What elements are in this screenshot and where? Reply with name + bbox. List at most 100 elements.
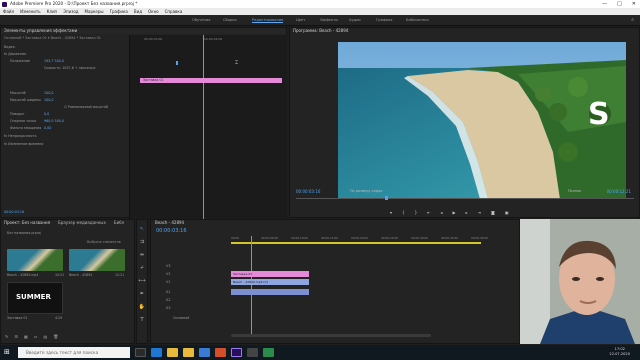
timeline-clip-video[interactable]: Beach - 42894.mp4 [V] bbox=[231, 279, 309, 285]
sequence-tab[interactable]: Beach - 42894 bbox=[151, 220, 519, 226]
effect-controls-title[interactable]: Элементы управления эффектами bbox=[1, 28, 286, 34]
app-icon[interactable] bbox=[215, 348, 226, 357]
track-a1[interactable]: A1 bbox=[166, 290, 170, 294]
ec-row-scale-width[interactable]: Масштаб ширины 100,0 bbox=[4, 98, 53, 102]
minimize-button[interactable]: — bbox=[602, 0, 607, 8]
export-frame-icon[interactable]: ▣ bbox=[505, 210, 509, 215]
program-playhead[interactable] bbox=[385, 196, 388, 200]
marker-icon[interactable]: ▾ bbox=[390, 210, 392, 215]
tab-libraries[interactable]: Библ bbox=[114, 220, 124, 226]
ec-timeline[interactable]: 00:00:03:00 00:00:04:00 ⌶ bbox=[130, 35, 287, 219]
ec-clip-bar[interactable]: Заставка 01 bbox=[140, 78, 282, 83]
thumbnail-beach-mp4[interactable] bbox=[7, 249, 63, 271]
selection-tool-icon[interactable]: ↖ bbox=[140, 226, 144, 232]
work-area-bar[interactable] bbox=[231, 242, 481, 244]
search-icon[interactable]: ⌕ bbox=[631, 17, 634, 23]
workspace-effects[interactable]: Эффекты bbox=[320, 18, 338, 22]
program-title[interactable]: Программа: Beach - 42894 bbox=[290, 28, 639, 34]
menu-help[interactable]: Справка bbox=[165, 8, 183, 15]
camera-icon[interactable]: ◙ bbox=[491, 210, 495, 215]
step-forward-icon[interactable]: ▸ bbox=[466, 210, 468, 215]
trash-icon[interactable]: 🗑 bbox=[53, 334, 58, 339]
icon-view-icon[interactable]: ▦ bbox=[24, 334, 28, 339]
keyframe-icon[interactable] bbox=[176, 61, 178, 65]
keyframe-icon[interactable]: ⌶ bbox=[235, 60, 238, 66]
timeline-clip-audio[interactable] bbox=[231, 289, 309, 295]
hand-icon[interactable]: ✋ bbox=[139, 304, 145, 310]
track-select-icon[interactable]: ⇉ bbox=[140, 239, 144, 245]
list-view-icon[interactable]: ☰ bbox=[14, 334, 18, 339]
timeline-ruler[interactable]: 00:00 00:00:05:00 00:00:10:00 00:00:15:0… bbox=[231, 236, 519, 241]
slip-icon[interactable]: ⟷ bbox=[138, 278, 145, 284]
edge-icon[interactable] bbox=[151, 348, 162, 357]
razor-icon[interactable]: ⌿ bbox=[140, 265, 143, 271]
mark-in-icon[interactable]: { bbox=[402, 210, 405, 215]
pencil-icon[interactable]: ✎ bbox=[5, 334, 8, 339]
tab-media-browser[interactable]: Браузер медиаданных bbox=[58, 220, 106, 226]
ec-row-time-remap[interactable]: fx Изменение времени bbox=[4, 142, 43, 146]
ec-row-opacity[interactable]: fx Непрозрачность bbox=[4, 134, 37, 138]
menu-graphics[interactable]: Графика bbox=[110, 8, 128, 15]
play-icon[interactable]: ▶ bbox=[452, 210, 455, 215]
workspace-editing[interactable]: Редактирование bbox=[252, 18, 284, 23]
windows-start-icon[interactable]: ⊞ bbox=[4, 348, 10, 356]
taskbar-clock[interactable]: 17:02 22.07.2020 bbox=[609, 347, 630, 357]
folder-icon[interactable] bbox=[183, 348, 194, 357]
goto-in-icon[interactable]: ⇤ bbox=[427, 210, 430, 215]
menu-markers[interactable]: Маркеры bbox=[85, 8, 104, 15]
ec-timecode[interactable]: 00:00:03:16 bbox=[4, 210, 24, 214]
mark-out-icon[interactable]: } bbox=[415, 210, 418, 215]
new-bin-icon[interactable]: ▭ bbox=[34, 334, 38, 339]
menu-edit[interactable]: Изменить bbox=[20, 8, 41, 15]
thumbnail-beach-sequence[interactable] bbox=[69, 249, 125, 271]
ec-row-rotation[interactable]: Поворот 0,0 bbox=[4, 112, 49, 116]
timeline-scrollbar[interactable] bbox=[231, 334, 431, 337]
workspace-assembly[interactable]: Сборка bbox=[223, 18, 237, 22]
file-explorer-icon[interactable] bbox=[167, 348, 178, 357]
track-a2[interactable]: A2 bbox=[166, 298, 170, 302]
ec-row-flicker[interactable]: Фильтр мерцания 0,00 bbox=[4, 126, 51, 130]
workspace-learning[interactable]: Обучение bbox=[192, 18, 210, 22]
pen-icon[interactable]: ✒ bbox=[140, 291, 144, 297]
menu-view[interactable]: Вид bbox=[134, 8, 142, 15]
tab-project[interactable]: Проект: Без названия bbox=[4, 220, 50, 226]
timeline-clip-title[interactable]: Заставка 01 bbox=[231, 271, 309, 277]
track-v2[interactable]: V2 bbox=[166, 272, 170, 276]
program-scrubber[interactable] bbox=[296, 198, 634, 199]
track-v1[interactable]: V1 bbox=[166, 280, 170, 284]
ec-row-position[interactable]: Положение 195,7 540,0 bbox=[4, 59, 64, 63]
app-icon[interactable] bbox=[263, 348, 274, 357]
premiere-pro-taskbar-icon[interactable] bbox=[231, 348, 242, 357]
close-button[interactable]: ✕ bbox=[632, 0, 636, 8]
ec-row-scale[interactable]: Масштаб 100,0 bbox=[4, 91, 53, 95]
uniform-scale-checkbox[interactable]: ☑ Равномерный масштаб bbox=[4, 105, 108, 109]
ripple-edit-icon[interactable]: ⇹ bbox=[140, 252, 144, 258]
new-item-icon[interactable]: ▤ bbox=[44, 334, 48, 339]
workspace-graphics[interactable]: Графика bbox=[376, 18, 392, 22]
effect-controls-source[interactable]: Основной * Заставка 01 ▾ Beach - 42894 *… bbox=[1, 36, 129, 41]
ec-row-anchor[interactable]: Опорная точка 960,0 540,0 bbox=[4, 119, 64, 123]
type-icon[interactable]: T bbox=[140, 317, 143, 323]
program-timecode[interactable]: 00:00:03:16 bbox=[296, 189, 320, 194]
quality-dropdown[interactable]: Полное bbox=[568, 189, 581, 193]
track-v3[interactable]: V3 bbox=[166, 264, 170, 268]
thumbnail-title-01[interactable]: SUMMER bbox=[7, 282, 63, 314]
workspace-audio[interactable]: Аудио bbox=[349, 18, 361, 22]
ec-row-motion[interactable]: fx Движение bbox=[4, 52, 26, 56]
menu-window[interactable]: Окно bbox=[148, 8, 159, 15]
app-icon[interactable] bbox=[247, 348, 258, 357]
step-back-icon[interactable]: ◂ bbox=[440, 210, 442, 215]
ec-playhead[interactable] bbox=[203, 35, 204, 219]
workspace-libraries[interactable]: Библиотеки bbox=[406, 18, 429, 22]
maximize-button[interactable]: □ bbox=[617, 0, 622, 8]
workspace-color[interactable]: Цвет bbox=[296, 18, 305, 22]
task-view-icon[interactable] bbox=[135, 348, 146, 357]
taskbar-search-input[interactable]: Введите здесь текст для поиска bbox=[18, 347, 130, 358]
menu-clip[interactable]: Клип bbox=[47, 8, 58, 15]
menu-file[interactable]: Файл bbox=[3, 8, 14, 15]
program-video-frame[interactable]: S bbox=[338, 42, 626, 199]
track-a3[interactable]: A3 bbox=[166, 306, 170, 310]
sequence-timecode[interactable]: 00:00:03:16 bbox=[156, 228, 187, 234]
goto-out-icon[interactable]: ⇥ bbox=[478, 210, 481, 215]
timeline-playhead[interactable] bbox=[251, 236, 252, 336]
